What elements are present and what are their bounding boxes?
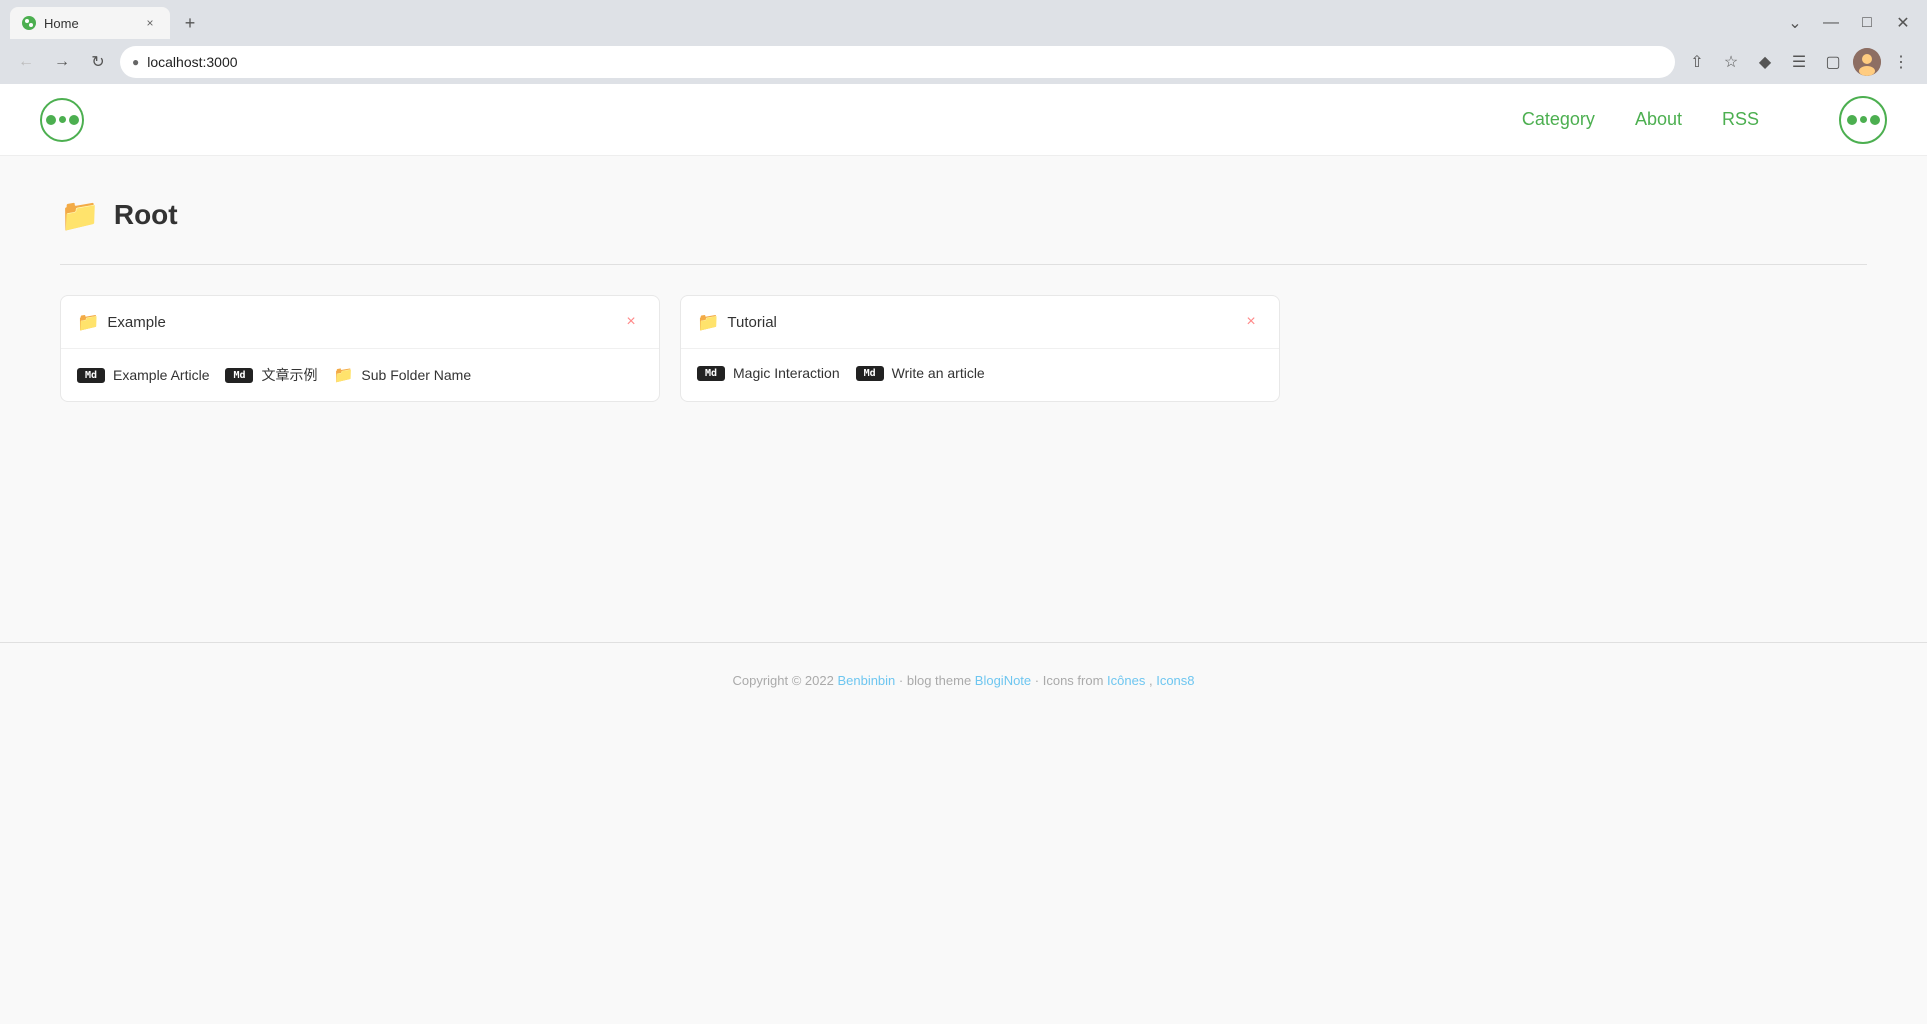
subfolder-item-sub[interactable]: 📁 Sub Folder Name <box>333 365 471 385</box>
article-item-example-article[interactable]: Md Example Article <box>77 365 209 385</box>
article-title-chinese: 文章示例 <box>261 365 317 385</box>
folder-card-example: 📁 Example × Md Example Article Md 文章示例 <box>60 295 660 402</box>
page-title-container: 📁 Root <box>60 196 1867 234</box>
split-view-button[interactable]: ▢ <box>1819 48 1847 76</box>
footer-copyright: Copyright © 2022 <box>732 673 833 688</box>
extensions-button[interactable]: ◆ <box>1751 48 1779 76</box>
back-button[interactable]: ← <box>12 48 40 76</box>
window-maximize-button[interactable]: □ <box>1853 9 1881 37</box>
footer-author-link[interactable]: Benbinbin <box>837 673 895 688</box>
reading-list-button[interactable]: ☰ <box>1785 48 1813 76</box>
lock-icon: ● <box>132 55 139 69</box>
example-folder-name: Example <box>107 314 165 331</box>
reload-button[interactable]: ↻ <box>84 48 112 76</box>
browser-chrome: Home × + ⌄ — □ ✕ ← → ↻ ● localhost:3000 … <box>0 0 1927 84</box>
folder-card-body-example: Md Example Article Md 文章示例 📁 Sub Folder … <box>61 349 659 401</box>
share-button[interactable]: ⇧ <box>1683 48 1711 76</box>
logo-dot-r3 <box>1870 115 1880 125</box>
site-header: Category About RSS <box>0 84 1927 156</box>
address-bar: ← → ↻ ● localhost:3000 ⇧ ☆ ◆ ☰ ▢ ⋮ <box>0 40 1927 84</box>
example-folder-icon: 📁 <box>77 312 99 333</box>
site-footer: Copyright © 2022 Benbinbin · blog theme … <box>0 642 1927 718</box>
logo-dot-r2 <box>1860 116 1867 123</box>
footer-icones-link[interactable]: Icônes <box>1107 673 1145 688</box>
md-icon-magic: Md <box>697 366 725 381</box>
tutorial-folder-icon: 📁 <box>697 312 719 333</box>
address-input[interactable]: ● localhost:3000 <box>120 46 1675 78</box>
page: Category About RSS 📁 Root 📁 Example <box>0 84 1927 1024</box>
article-item-chinese[interactable]: Md 文章示例 <box>225 365 317 385</box>
logo-icon-right[interactable] <box>1839 96 1887 144</box>
active-tab[interactable]: Home × <box>10 7 170 39</box>
tab-bar: Home × + ⌄ — □ ✕ <box>0 0 1927 40</box>
page-title: Root <box>114 199 178 231</box>
profile-avatar[interactable] <box>1853 48 1881 76</box>
window-close-button[interactable]: ✕ <box>1889 9 1917 37</box>
site-logo[interactable] <box>40 98 84 142</box>
title-divider <box>60 264 1867 265</box>
root-folder-icon: 📁 <box>60 196 100 234</box>
logo-dot-2 <box>59 116 66 123</box>
md-icon-example-article: Md <box>77 368 105 383</box>
subfolder-icon: 📁 <box>333 365 353 385</box>
footer-icons8-link[interactable]: Icons8 <box>1156 673 1194 688</box>
bookmark-button[interactable]: ☆ <box>1717 48 1745 76</box>
folder-card-header-tutorial: 📁 Tutorial × <box>681 296 1279 349</box>
new-tab-button[interactable]: + <box>176 9 204 37</box>
tutorial-folder-name: Tutorial <box>727 314 776 331</box>
folder-card-body-tutorial: Md Magic Interaction Md Write an article <box>681 349 1279 397</box>
tutorial-close-button[interactable]: × <box>1239 310 1263 334</box>
footer-theme-link[interactable]: BlogiNote <box>975 673 1031 688</box>
article-title-magic: Magic Interaction <box>733 365 840 381</box>
window-controls: ⌄ — □ ✕ <box>1781 9 1917 37</box>
nav-category[interactable]: Category <box>1522 109 1595 130</box>
nav-about[interactable]: About <box>1635 109 1682 130</box>
folder-card-title-tutorial: 📁 Tutorial <box>697 312 777 333</box>
main-content: 📁 Root 📁 Example × Md Example Article <box>0 156 1927 442</box>
tab-favicon <box>22 16 36 30</box>
article-title-example-article: Example Article <box>113 367 209 383</box>
window-minimize-button[interactable]: — <box>1817 9 1845 37</box>
nav-rss[interactable]: RSS <box>1722 109 1759 130</box>
tab-close-button[interactable]: × <box>142 15 158 31</box>
folders-grid: 📁 Example × Md Example Article Md 文章示例 <box>60 295 1867 402</box>
footer-icons-prefix: · Icons from <box>1035 673 1107 688</box>
tab-title: Home <box>44 16 79 31</box>
article-item-write[interactable]: Md Write an article <box>856 365 985 381</box>
logo-dot-r1 <box>1847 115 1857 125</box>
folder-card-title-example: 📁 Example <box>77 312 166 333</box>
folder-card-tutorial: 📁 Tutorial × Md Magic Interaction Md Wri… <box>680 295 1280 402</box>
example-close-button[interactable]: × <box>619 310 643 334</box>
site-nav: Category About RSS <box>1522 96 1887 144</box>
article-item-magic[interactable]: Md Magic Interaction <box>697 365 840 381</box>
subfolder-title: Sub Folder Name <box>361 367 471 383</box>
toolbar-right: ⇧ ☆ ◆ ☰ ▢ ⋮ <box>1683 48 1915 76</box>
window-dropdown-button[interactable]: ⌄ <box>1781 9 1809 37</box>
menu-button[interactable]: ⋮ <box>1887 48 1915 76</box>
logo-dot-1 <box>46 115 56 125</box>
footer-middle: · blog theme <box>899 673 975 688</box>
folder-card-header-example: 📁 Example × <box>61 296 659 349</box>
address-text: localhost:3000 <box>147 54 237 70</box>
md-icon-chinese: Md <box>225 368 253 383</box>
logo-icon-left <box>40 98 84 142</box>
logo-dot-3 <box>69 115 79 125</box>
forward-button[interactable]: → <box>48 48 76 76</box>
article-title-write: Write an article <box>892 365 985 381</box>
md-icon-write: Md <box>856 366 884 381</box>
